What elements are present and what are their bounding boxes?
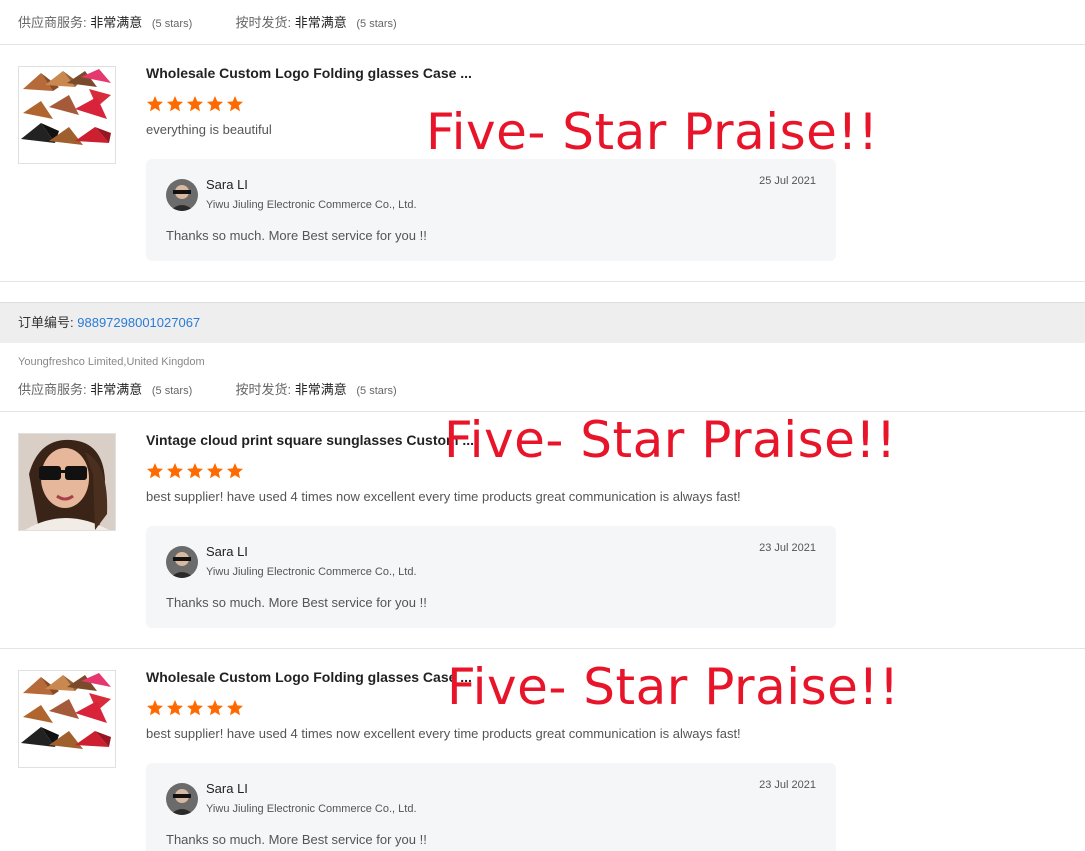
ontime-shipping-value: 非常满意: [294, 15, 347, 30]
reply-author-name: Sara LI: [206, 177, 248, 192]
ontime-shipping-stars: (5 stars): [356, 385, 397, 397]
review-text: best supplier! have used 4 times now exc…: [146, 726, 741, 741]
seller-reply: Sara LI Yiwu Jiuling Electronic Commerce…: [146, 526, 836, 628]
buyer-location: Youngfreshco Limited,United Kingdom: [18, 356, 205, 368]
product-thumbnail[interactable]: [18, 670, 116, 768]
reply-message: Thanks so much. More Best service for yo…: [166, 595, 427, 610]
order-number-link[interactable]: 98897298001027067: [77, 315, 200, 330]
reply-author-name: Sara LI: [206, 781, 248, 796]
seller-reply: Sara LI Yiwu Jiuling Electronic Commerce…: [146, 159, 836, 261]
ontime-shipping-label: 按时发货:: [235, 15, 292, 30]
reply-company: Yiwu Jiuling Electronic Commerce Co., Lt…: [206, 566, 417, 578]
reply-company: Yiwu Jiuling Electronic Commerce Co., Lt…: [206, 803, 417, 815]
rating-summary: 供应商服务: 非常满意 (5 stars) 按时发货: 非常满意 (5 star…: [18, 379, 397, 398]
star-icon: [147, 463, 243, 479]
rating-summary: 供应商服务: 非常满意 (5 stars) 按时发货: 非常满意 (5 star…: [18, 12, 397, 31]
product-title[interactable]: Wholesale Custom Logo Folding glasses Ca…: [146, 669, 472, 685]
ontime-shipping-value: 非常满意: [294, 382, 347, 397]
order-header: 订单编号: 98897298001027067: [0, 302, 1085, 343]
reply-date: 25 Jul 2021: [759, 175, 816, 187]
reply-company: Yiwu Jiuling Electronic Commerce Co., Lt…: [206, 199, 417, 211]
review-text: best supplier! have used 4 times now exc…: [146, 489, 741, 504]
star-rating: [146, 699, 244, 717]
divider: [0, 648, 1085, 649]
divider: [0, 44, 1085, 45]
divider: [0, 281, 1085, 282]
feedback-page: 供应商服务: 非常满意 (5 stars) 按时发货: 非常满意 (5 star…: [0, 0, 1085, 851]
reply-date: 23 Jul 2021: [759, 542, 816, 554]
supplier-service-stars: (5 stars): [151, 385, 193, 397]
supplier-service-value: 非常满意: [90, 382, 143, 397]
product-title[interactable]: Wholesale Custom Logo Folding glasses Ca…: [146, 65, 472, 81]
avatar: [166, 546, 198, 578]
reply-message: Thanks so much. More Best service for yo…: [166, 228, 427, 243]
supplier-service-label: 供应商服务:: [18, 15, 87, 30]
supplier-service-stars: (5 stars): [151, 18, 193, 30]
review-text: everything is beautiful: [146, 122, 272, 137]
product-title[interactable]: Vintage cloud print square sunglasses Cu…: [146, 432, 474, 448]
praise-overlay: Five- Star Praise!!: [447, 658, 900, 716]
reply-message: Thanks so much. More Best service for yo…: [166, 832, 427, 847]
reply-date: 23 Jul 2021: [759, 779, 816, 791]
star-icon: [147, 96, 243, 112]
product-thumbnail[interactable]: [18, 433, 116, 531]
supplier-service-label: 供应商服务:: [18, 382, 87, 397]
praise-overlay: Five- Star Praise!!: [426, 103, 879, 161]
product-thumbnail[interactable]: [18, 66, 116, 164]
reply-author-name: Sara LI: [206, 544, 248, 559]
star-icon: [147, 700, 243, 716]
ontime-shipping-stars: (5 stars): [356, 18, 397, 30]
seller-reply: Sara LI Yiwu Jiuling Electronic Commerce…: [146, 763, 836, 851]
star-rating: [146, 95, 244, 113]
star-rating: [146, 462, 244, 480]
avatar: [166, 179, 198, 211]
order-number-label: 订单编号:: [18, 315, 74, 330]
ontime-shipping-label: 按时发货:: [235, 382, 292, 397]
supplier-service-value: 非常满意: [90, 15, 143, 30]
praise-overlay: Five- Star Praise!!: [444, 411, 897, 469]
avatar: [166, 783, 198, 815]
